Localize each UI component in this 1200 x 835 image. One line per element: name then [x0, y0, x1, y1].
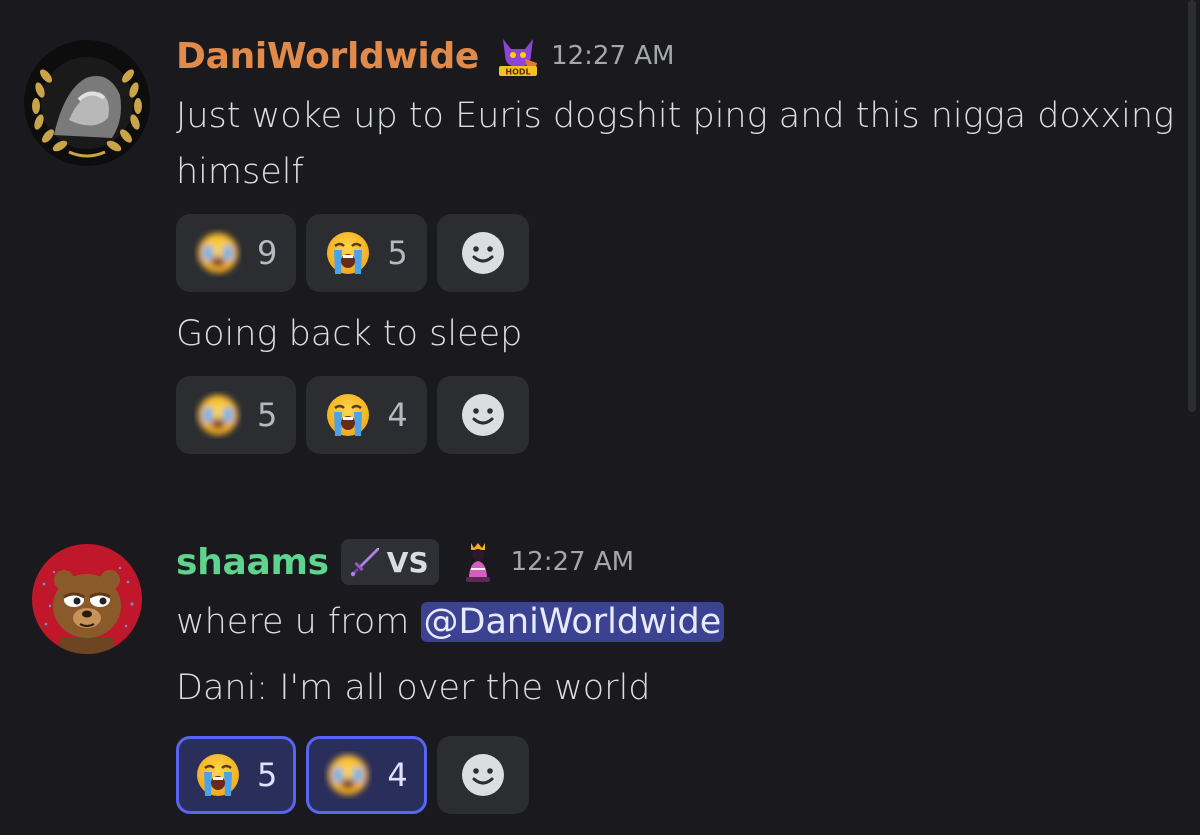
- user-mention[interactable]: @DaniWorldwide: [420, 602, 725, 642]
- reaction-blurred-crying[interactable]: 4: [306, 736, 427, 814]
- scrollbar[interactable]: [1186, 0, 1200, 412]
- message-text: Just woke up to Euris dogshit ping and t…: [176, 96, 1175, 192]
- pepe-bear-avatar-icon: [32, 544, 142, 654]
- blurred-crying-face-icon: [198, 395, 238, 435]
- add-reaction-button[interactable]: [436, 376, 529, 454]
- message-header: DaniWorldwide HODL 12:27 AM: [176, 30, 1180, 82]
- add-reaction-button[interactable]: [436, 214, 529, 292]
- svg-text:HODL: HODL: [505, 68, 530, 77]
- reaction-count: 9: [257, 234, 278, 272]
- blurred-crying-face-icon: [328, 755, 369, 795]
- message-text: where u from @DaniWorldwide: [176, 594, 1180, 650]
- message-text: Going back to sleep: [176, 314, 523, 354]
- reaction-loudly-crying[interactable]: 5: [306, 214, 427, 292]
- blurred-crying-face-icon: [198, 233, 238, 273]
- reaction-count: 5: [387, 234, 408, 272]
- reaction-bar: 9 5: [176, 214, 1180, 292]
- laurel-statue-avatar-icon: [24, 40, 150, 166]
- crowned-pawn-icon[interactable]: [455, 539, 501, 585]
- message-text-prefix: where u from: [176, 602, 421, 642]
- reaction-count: 4: [387, 756, 408, 794]
- smiley-add-icon: [461, 394, 504, 436]
- message-header: shaams VS 12:27 AM: [176, 536, 1180, 588]
- timestamp: 12:27 AM: [510, 547, 635, 577]
- reaction-count: 5: [257, 396, 278, 434]
- add-reaction-button[interactable]: [436, 736, 529, 814]
- sword-icon: [350, 548, 379, 577]
- chat-window: DaniWorldwide HODL 12:27 AM Just woke up…: [0, 0, 1200, 835]
- loudly-crying-face-icon: [327, 232, 370, 274]
- message-text: Dani: I'm all over the world: [176, 668, 651, 708]
- reaction-bar: 5 4: [176, 736, 1180, 814]
- server-tag-badge[interactable]: VS: [340, 539, 439, 585]
- reaction-count: 4: [387, 396, 408, 434]
- server-tag-text: VS: [386, 545, 429, 579]
- smiley-add-icon: [461, 754, 504, 796]
- reaction-count: 5: [257, 756, 278, 794]
- message-content: shaams VS 12:27 AM where u from @DaniWor…: [176, 536, 1180, 814]
- message-content: DaniWorldwide HODL 12:27 AM Just woke up…: [176, 30, 1180, 454]
- smiley-add-icon: [461, 232, 504, 274]
- username[interactable]: shaams: [176, 542, 329, 583]
- loudly-crying-face-icon: [197, 754, 239, 796]
- reaction-blurred-crying[interactable]: 5: [176, 376, 297, 454]
- hodl-cat-icon[interactable]: HODL: [495, 33, 541, 79]
- timestamp: 12:27 AM: [551, 41, 675, 71]
- scrollbar-thumb[interactable]: [1188, 0, 1196, 412]
- avatar[interactable]: [32, 544, 142, 654]
- username[interactable]: DaniWorldwide: [176, 36, 479, 77]
- reaction-bar: 5 4: [176, 376, 1180, 454]
- reaction-loudly-crying[interactable]: 4: [306, 376, 427, 454]
- loudly-crying-face-icon: [327, 394, 370, 436]
- reaction-blurred-crying[interactable]: 9: [176, 214, 297, 292]
- avatar[interactable]: [24, 40, 150, 166]
- reaction-loudly-crying[interactable]: 5: [176, 736, 297, 814]
